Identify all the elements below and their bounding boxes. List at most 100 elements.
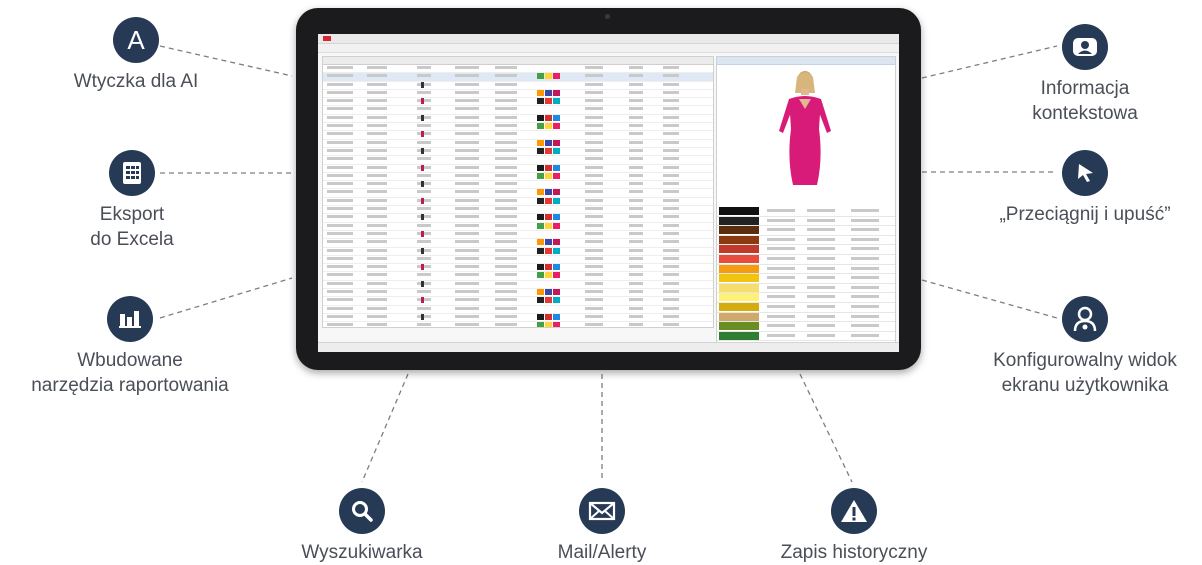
- table-row[interactable]: [323, 264, 713, 273]
- cell-placeholder: [585, 74, 603, 78]
- color-row[interactable]: [717, 293, 895, 303]
- table-row[interactable]: [323, 272, 713, 281]
- cell-placeholder: [495, 107, 517, 111]
- color-row[interactable]: [717, 207, 895, 217]
- cell-placeholder: [663, 107, 679, 111]
- table-row[interactable]: [323, 247, 713, 256]
- cell-placeholder: [417, 124, 431, 128]
- cell-placeholder: [585, 107, 603, 111]
- app-logo: [323, 36, 331, 41]
- table-row[interactable]: [323, 139, 713, 148]
- cell-placeholder: [417, 265, 431, 269]
- cell-placeholder: [495, 173, 517, 177]
- cell-placeholder: [455, 231, 479, 235]
- cell-placeholder: [417, 207, 431, 211]
- color-bar: [719, 331, 759, 340]
- table-row[interactable]: [323, 181, 713, 190]
- cell-placeholder: [663, 148, 679, 152]
- color-swatch: [545, 322, 552, 327]
- color-row[interactable]: [717, 322, 895, 332]
- cell-placeholder: [585, 90, 603, 94]
- color-row[interactable]: [717, 302, 895, 313]
- table-row[interactable]: [323, 156, 713, 165]
- color-swatch: [537, 147, 544, 154]
- color-row[interactable]: [717, 226, 895, 236]
- color-row[interactable]: [717, 283, 895, 294]
- color-row[interactable]: [717, 331, 895, 342]
- feature-label-line1: Konfigurowalny widok: [993, 350, 1177, 371]
- table-row[interactable]: [323, 106, 713, 115]
- table-row[interactable]: [323, 131, 713, 140]
- cell-placeholder: [367, 90, 387, 94]
- color-swatch: [553, 322, 560, 327]
- color-swatch: [553, 164, 560, 171]
- cell-placeholder: [327, 273, 353, 277]
- table-row[interactable]: [323, 239, 713, 248]
- color-row[interactable]: [717, 235, 895, 246]
- cell-placeholder: [629, 115, 643, 119]
- table-row[interactable]: [323, 297, 713, 306]
- cell-placeholder: [367, 132, 387, 136]
- table-row[interactable]: [323, 65, 713, 74]
- color-row[interactable]: [717, 245, 895, 255]
- table-row[interactable]: [323, 256, 713, 265]
- table-row[interactable]: [323, 222, 713, 231]
- cell-placeholder: [327, 215, 353, 219]
- cell-placeholder: [807, 228, 835, 232]
- table-row[interactable]: [323, 189, 713, 198]
- color-swatch: [537, 222, 544, 229]
- table-row[interactable]: [323, 89, 713, 99]
- cell-placeholder: [585, 115, 603, 119]
- table-row[interactable]: [323, 114, 713, 124]
- color-row[interactable]: [717, 264, 895, 275]
- cell-placeholder: [767, 276, 795, 280]
- cell-placeholder: [455, 323, 479, 327]
- feature-label: Mail/Alerty: [557, 542, 647, 563]
- color-row[interactable]: [717, 312, 895, 323]
- table-row[interactable]: [323, 81, 713, 90]
- cell-placeholder: [367, 207, 387, 211]
- cell-placeholder: [327, 207, 353, 211]
- table-row[interactable]: [323, 306, 713, 314]
- color-swatch: [553, 189, 560, 196]
- cell-placeholder: [663, 165, 679, 169]
- table-row[interactable]: [323, 147, 713, 157]
- cell-placeholder: [767, 266, 795, 270]
- color-bar: [719, 283, 759, 292]
- color-swatch: [537, 172, 544, 179]
- table-row[interactable]: [323, 73, 713, 82]
- table-row[interactable]: [323, 123, 713, 132]
- cell-placeholder: [807, 237, 835, 241]
- cell-placeholder: [663, 323, 679, 327]
- cell-placeholder: [455, 173, 479, 177]
- table-row[interactable]: [323, 230, 713, 240]
- color-swatch: [545, 164, 552, 171]
- cell-placeholder: [585, 66, 603, 69]
- cell-placeholder: [417, 82, 431, 86]
- color-bar: [719, 226, 759, 235]
- color-row[interactable]: [717, 274, 895, 284]
- feature-label: Zapis historyczny: [780, 542, 928, 563]
- cell-placeholder: [663, 190, 679, 194]
- color-row[interactable]: [717, 216, 895, 227]
- cell-placeholder: [663, 132, 679, 136]
- cell-placeholder: [417, 74, 431, 78]
- table-row[interactable]: [323, 289, 713, 298]
- feature-label-line2: do Excela: [90, 229, 174, 250]
- table-row[interactable]: [323, 164, 713, 173]
- cell-placeholder: [455, 198, 479, 202]
- table-row[interactable]: [323, 206, 713, 215]
- cell-placeholder: [495, 190, 517, 194]
- cell-placeholder: [327, 198, 353, 202]
- cell-placeholder: [327, 223, 353, 227]
- table-row[interactable]: [323, 197, 713, 207]
- table-row[interactable]: [323, 214, 713, 223]
- table-row[interactable]: [323, 98, 713, 107]
- table-row[interactable]: [323, 280, 713, 290]
- color-row[interactable]: [717, 254, 895, 265]
- cell-placeholder: [495, 74, 517, 78]
- table-row[interactable]: [323, 313, 713, 323]
- table-row[interactable]: [323, 172, 713, 182]
- cell-placeholder: [417, 256, 431, 260]
- table-row[interactable]: [323, 322, 713, 327]
